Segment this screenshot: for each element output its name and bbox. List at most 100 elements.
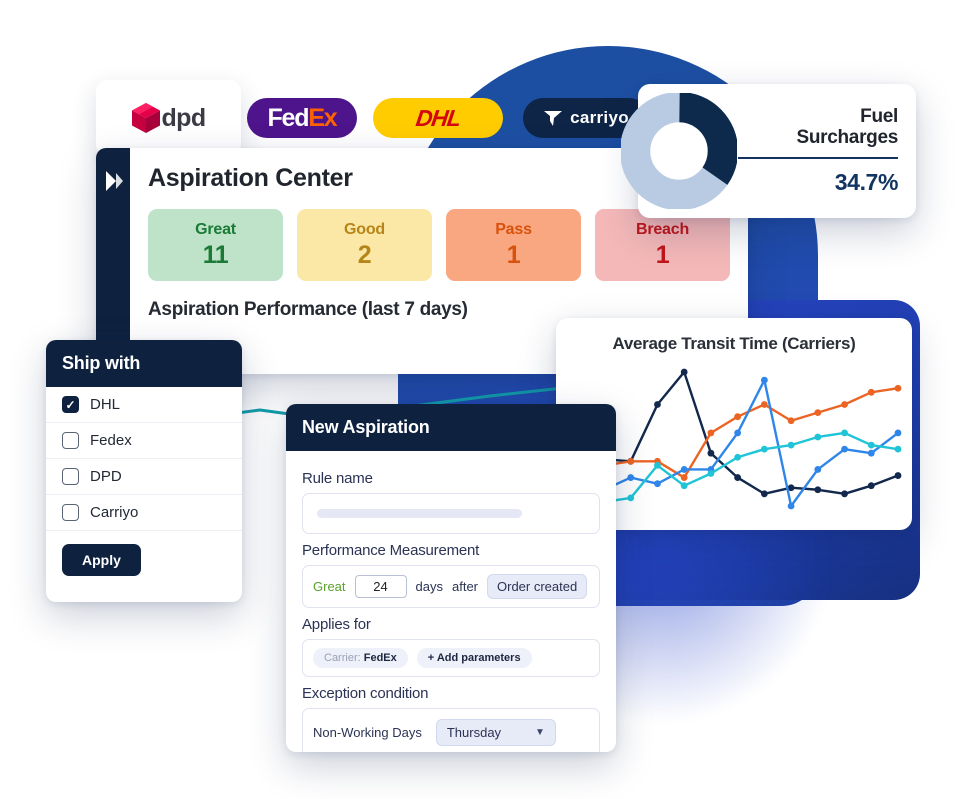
transit-data-point xyxy=(841,429,848,437)
placeholder-skeleton xyxy=(317,509,522,518)
transit-data-point xyxy=(814,486,822,494)
chevron-down-icon: ▼ xyxy=(534,727,545,738)
transit-data-point xyxy=(894,429,902,437)
transit-data-point xyxy=(654,480,661,488)
ship-option-fedex[interactable]: Fedex xyxy=(46,423,242,459)
selected-day: Thursday xyxy=(446,725,502,740)
transit-data-point xyxy=(787,417,795,425)
transit-data-point xyxy=(841,490,848,498)
transit-data-point xyxy=(734,474,742,481)
stat-label: Good xyxy=(344,220,385,238)
transit-data-point xyxy=(894,445,902,453)
transit-data-point xyxy=(760,401,768,408)
stat-value: 1 xyxy=(506,240,521,269)
ship-option-label: Fedex xyxy=(90,432,132,449)
carrier-logo-dhl[interactable]: DHL xyxy=(373,98,503,138)
transit-data-point xyxy=(787,441,795,449)
carrier-logo-fedex[interactable]: FedEx xyxy=(247,98,357,138)
transit-data-point xyxy=(867,388,875,396)
stat-card-breach[interactable]: Breach 1 xyxy=(595,209,730,281)
ship-option-dhl[interactable]: DHL xyxy=(46,387,242,423)
stat-cards: Great 11 Good 2 Pass 1 Breach 1 xyxy=(148,209,730,281)
dpd-box-icon xyxy=(132,103,161,133)
ship-option-dpd[interactable]: DPD xyxy=(46,459,242,495)
transit-data-point xyxy=(627,474,635,481)
stat-label: Pass xyxy=(495,220,532,238)
page-root: dpd FedEx DHL carriyo Aspiration Center xyxy=(0,0,960,799)
ship-option-label: DHL xyxy=(90,396,121,413)
transit-data-point xyxy=(707,449,715,457)
transit-data-point xyxy=(894,472,902,479)
days-input[interactable] xyxy=(354,575,407,598)
transit-data-point xyxy=(760,376,768,384)
checkbox-fedex[interactable] xyxy=(62,432,79,449)
double-chevron-right-icon[interactable] xyxy=(103,170,123,192)
transit-data-point xyxy=(760,490,768,498)
carrier-chip[interactable]: Carrier: FedEx xyxy=(313,648,408,668)
transit-data-point xyxy=(707,429,715,437)
dhl-wordmark: DHL xyxy=(414,104,463,131)
stat-card-great[interactable]: Great 11 xyxy=(148,209,283,281)
days-word: days xyxy=(415,579,443,594)
carrier-logo-dpd[interactable]: dpd xyxy=(96,80,241,156)
stat-label: Great xyxy=(195,220,236,238)
stat-value: 1 xyxy=(655,240,670,269)
transit-data-point xyxy=(867,482,875,490)
transit-data-point xyxy=(707,470,715,477)
transit-data-point xyxy=(841,445,848,453)
checkbox-carriyo[interactable] xyxy=(62,504,79,521)
stat-value: 2 xyxy=(357,240,372,269)
transit-chart-title: Average Transit Time (Carriers) xyxy=(612,334,856,353)
stat-label: Breach xyxy=(635,220,690,238)
carrier-logo-strip: dpd FedEx DHL carriyo xyxy=(96,80,649,156)
transit-data-point xyxy=(867,441,875,449)
applies-for-label: Applies for xyxy=(302,616,371,633)
transit-data-point xyxy=(734,453,742,461)
exception-condition-label: Exception condition xyxy=(302,685,429,702)
apply-button[interactable]: Apply xyxy=(62,544,141,576)
rule-name-input[interactable] xyxy=(302,493,600,534)
performance-measurement-row: Great days after Order created xyxy=(302,565,600,608)
ship-with-title: Ship with xyxy=(46,340,242,387)
transit-data-point xyxy=(814,433,822,441)
transit-data-point xyxy=(680,474,688,481)
checkbox-dhl[interactable] xyxy=(62,396,79,413)
fuel-percent-value: 34.7% xyxy=(834,169,899,196)
transit-data-point xyxy=(680,368,688,376)
stat-card-good[interactable]: Good 2 xyxy=(297,209,432,281)
transit-data-point xyxy=(894,384,902,392)
transit-data-point xyxy=(734,429,742,437)
transit-data-point xyxy=(841,401,848,408)
transit-data-point xyxy=(654,401,661,408)
transit-series-line xyxy=(603,387,899,479)
transit-data-point xyxy=(814,466,822,473)
transit-data-point xyxy=(787,502,795,510)
fuel-surcharges-card: Fuel Surcharges 34.7% xyxy=(621,84,916,218)
ship-option-carriyo[interactable]: Carriyo xyxy=(46,495,242,531)
donut-svg xyxy=(621,93,737,209)
divider xyxy=(738,157,898,160)
transit-data-point xyxy=(680,482,688,490)
dialog-title: New Aspiration xyxy=(286,404,616,451)
dpd-wordmark: dpd xyxy=(161,103,206,132)
fedex-wordmark: FedEx xyxy=(267,103,337,132)
non-working-days-label: Non-Working Days xyxy=(313,725,422,740)
add-parameters-button[interactable]: + Add parameters xyxy=(416,648,532,668)
stat-value: 11 xyxy=(202,240,229,269)
after-word: after xyxy=(451,579,478,594)
transit-data-point xyxy=(654,461,661,469)
grade-label: Great xyxy=(313,579,346,594)
transit-data-point xyxy=(814,409,822,417)
transit-data-point xyxy=(680,466,688,473)
checkbox-dpd[interactable] xyxy=(62,468,79,485)
transit-data-point xyxy=(627,457,635,465)
rule-name-label: Rule name xyxy=(302,470,373,487)
fuel-title: Fuel Surcharges xyxy=(796,105,898,148)
transit-data-point xyxy=(760,445,768,453)
non-working-days-select[interactable]: Thursday ▼ xyxy=(435,719,556,746)
applies-for-row: Carrier: FedEx + Add parameters xyxy=(302,639,600,677)
carriyo-arrow-icon xyxy=(544,111,563,126)
performance-measurement-label: Performance Measurement xyxy=(302,542,480,559)
stat-card-pass[interactable]: Pass 1 xyxy=(446,209,581,281)
event-chip[interactable]: Order created xyxy=(487,574,588,599)
